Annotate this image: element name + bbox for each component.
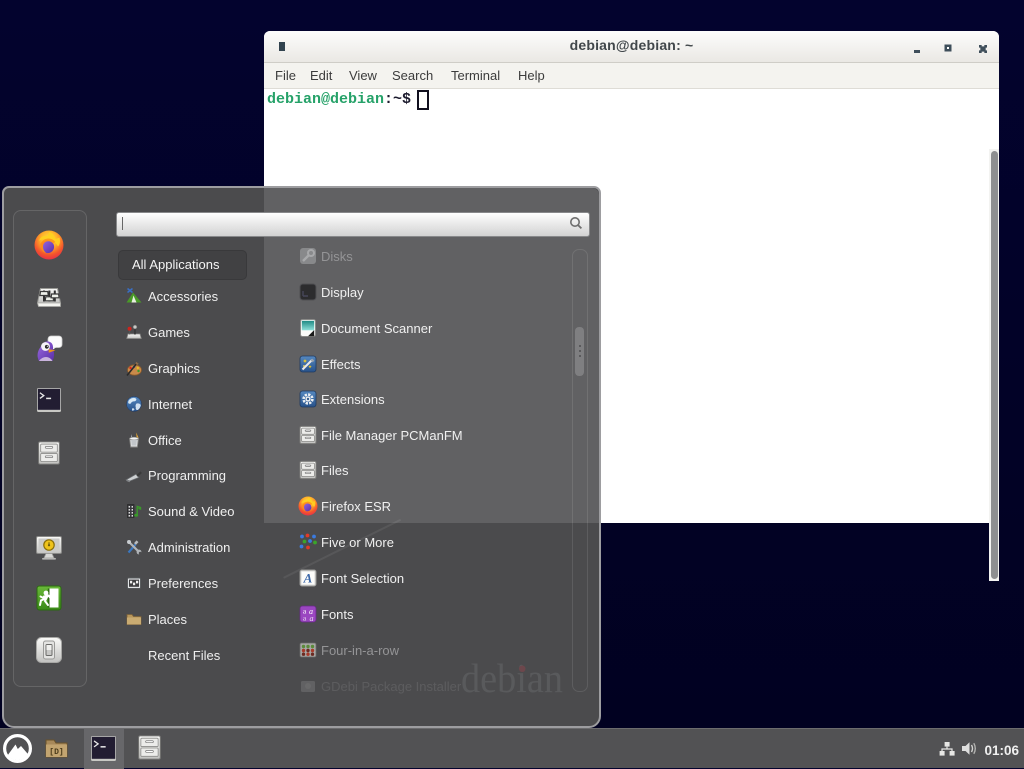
svg-text:[D]: [D]	[49, 748, 63, 757]
svg-text:A: A	[303, 571, 313, 586]
svg-text:a: a	[310, 614, 314, 623]
